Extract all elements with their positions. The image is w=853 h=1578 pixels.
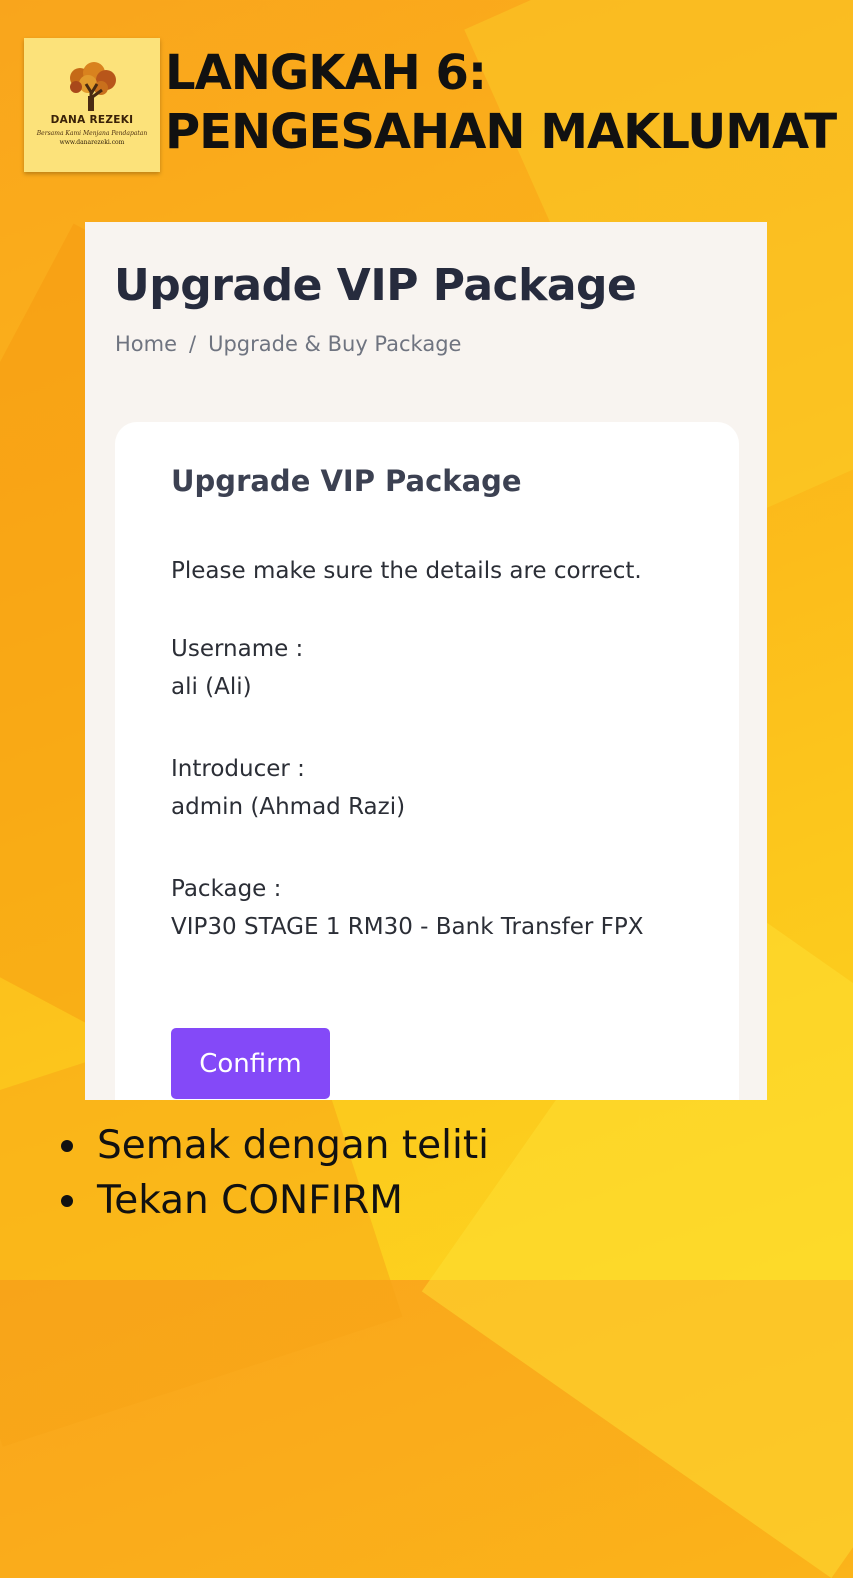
breadcrumb: Home / Upgrade & Buy Package: [115, 332, 461, 356]
package-value: VIP30 STAGE 1 RM30 - Bank Transfer FPX: [171, 914, 644, 940]
introducer-value: admin (Ahmad Razi): [171, 794, 406, 820]
bullet-icon: [61, 1195, 73, 1207]
tree-icon: [70, 62, 116, 111]
confirm-button[interactable]: Confirm: [171, 1028, 330, 1099]
step-headline: LANGKAH 6: PENGESAHAN MAKLUMAT: [165, 45, 837, 160]
package-label: Package :: [171, 876, 282, 902]
list-item: Semak dengan teliti: [55, 1118, 489, 1173]
logo-tagline: Bersama Kami Menjana Pendapatan: [36, 130, 148, 137]
list-item: Tekan CONFIRM: [55, 1173, 489, 1228]
logo-name: DANA REZEKI: [50, 114, 134, 126]
app-screenshot: Upgrade VIP Package Home / Upgrade & Buy P…: [85, 222, 767, 1100]
bullet-text: Semak dengan teliti: [97, 1123, 489, 1168]
breadcrumb-separator: /: [189, 332, 197, 356]
username-value: ali (Ali): [171, 674, 252, 700]
username-label: Username :: [171, 636, 304, 662]
dana-rezeki-logo: DANA REZEKI Bersama Kami Menjana Pendapa…: [24, 38, 160, 172]
introducer-label: Introducer :: [171, 756, 305, 782]
logo-url: www.danarezeki.com: [59, 139, 125, 146]
card-title: Upgrade VIP Package: [171, 464, 522, 498]
instruction-text: Please make sure the details are correct…: [171, 558, 642, 584]
bullet-icon: [61, 1140, 73, 1152]
confirmation-card: Upgrade VIP Package Please make sure the…: [115, 422, 739, 1100]
page-title: Upgrade VIP Package: [114, 260, 637, 311]
breadcrumb-current: Upgrade & Buy Package: [208, 332, 462, 356]
instruction-list: Semak dengan teliti Tekan CONFIRM: [55, 1118, 489, 1228]
breadcrumb-home-link[interactable]: Home: [115, 332, 177, 356]
bullet-text: Tekan CONFIRM: [97, 1178, 403, 1223]
